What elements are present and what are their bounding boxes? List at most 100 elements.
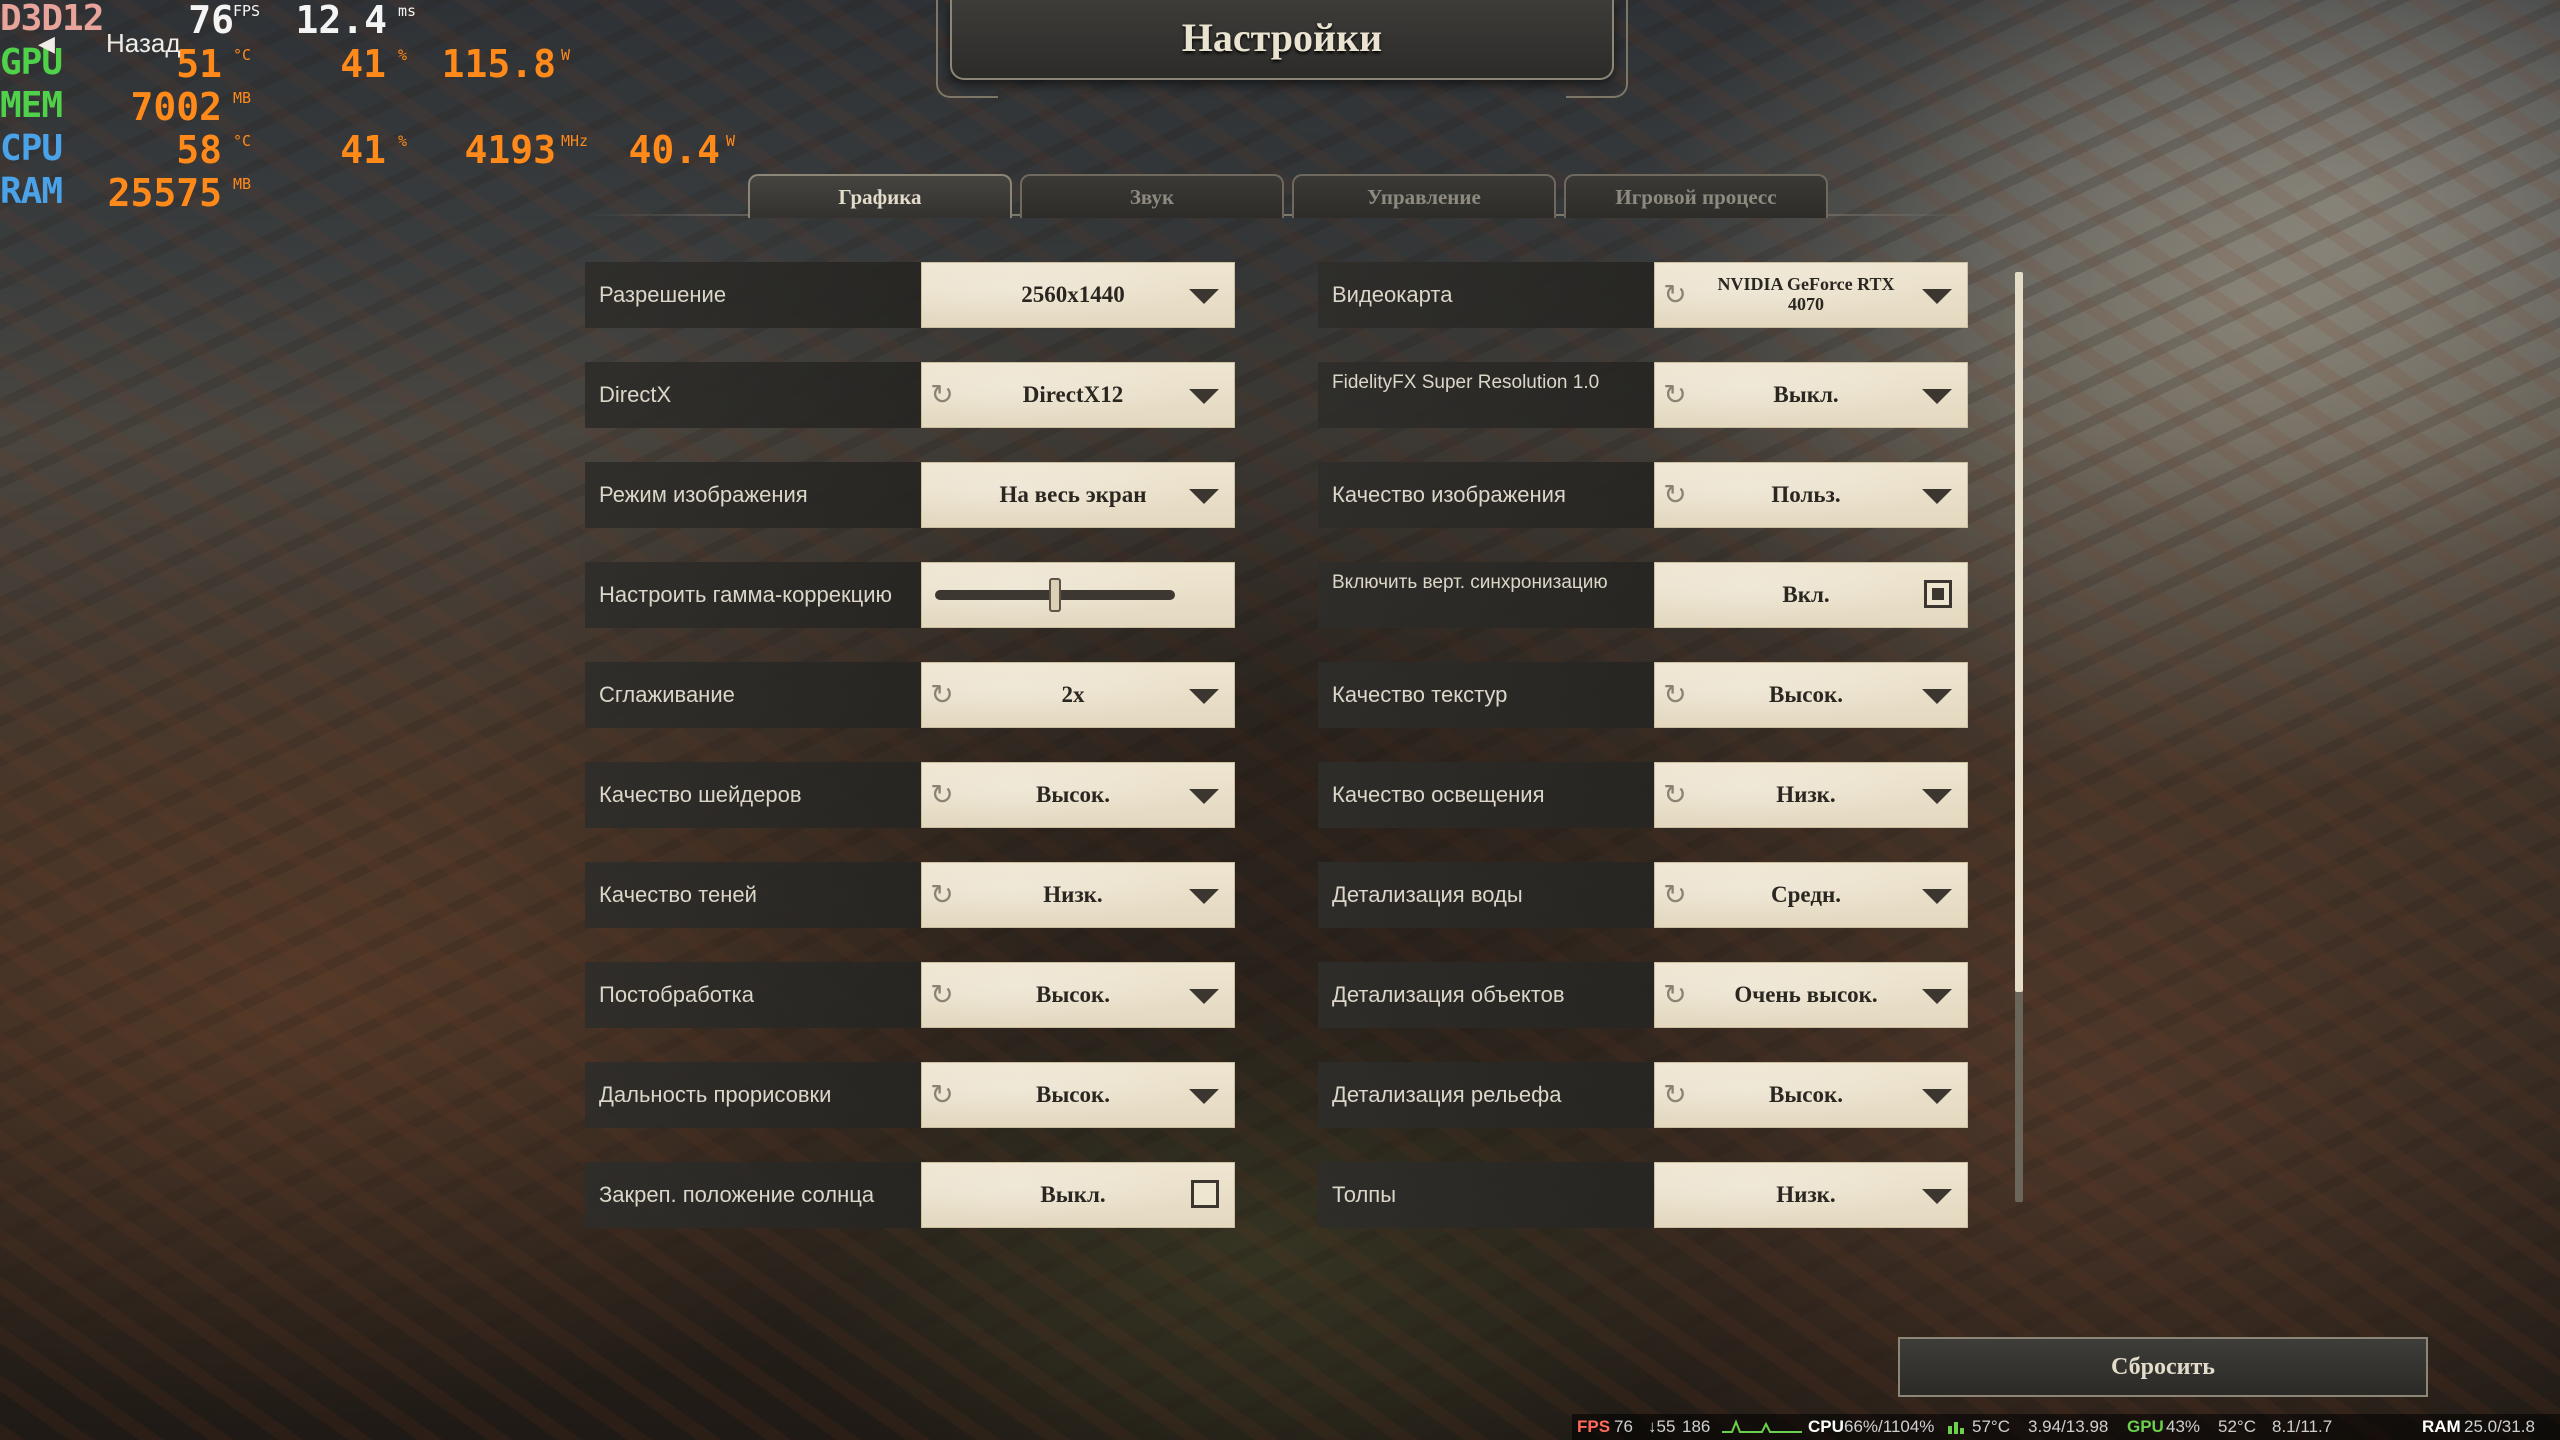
osd-value: 115.8 — [441, 42, 556, 86]
reset-default-icon[interactable]: ↻ — [927, 780, 957, 810]
setting-dropdown[interactable]: ↻ Выкл. — [1654, 362, 1968, 428]
osd-unit: MB — [233, 89, 252, 107]
setting-row: Детализация воды ↻ Средн. — [1318, 862, 1968, 930]
osd-value: 41 — [340, 42, 386, 86]
setting-row: Детализация рельефа ↻ Высок. — [1318, 1062, 1968, 1130]
setting-dropdown[interactable]: ↻ Низк. — [1654, 762, 1968, 828]
chevron-down-icon[interactable] — [1187, 486, 1221, 506]
setting-dropdown[interactable]: ↻ Польз. — [1654, 462, 1968, 528]
chevron-down-icon[interactable] — [1920, 386, 1954, 406]
dropdown-value: Высок. — [1035, 982, 1110, 1007]
chevron-down-icon[interactable] — [1920, 486, 1954, 506]
osd-unit: °C — [233, 132, 252, 150]
checkbox[interactable] — [1924, 580, 1952, 608]
chevron-down-icon[interactable] — [1187, 886, 1221, 906]
chevron-down-icon[interactable] — [1187, 286, 1221, 306]
setting-dropdown[interactable]: ↻ NVIDIA GeForce RTX 4070 — [1654, 262, 1968, 328]
setting-dropdown[interactable]: Низк. — [1654, 1162, 1968, 1228]
tab-gameplay[interactable]: Игровой процесс — [1564, 174, 1828, 218]
reset-button[interactable]: Сбросить — [1898, 1337, 2428, 1397]
setting-row: Дальность прорисовки ↻ Высок. — [585, 1062, 1235, 1130]
settings-scrollbar[interactable] — [2015, 272, 2023, 1202]
status-gpu-mem: 3.94/13.98 — [2028, 1417, 2109, 1436]
setting-dropdown[interactable]: ↻ Средн. — [1654, 862, 1968, 928]
reset-default-icon[interactable]: ↻ — [1660, 380, 1690, 410]
dropdown-value: На весь экран — [999, 482, 1147, 507]
reset-default-icon[interactable]: ↻ — [927, 880, 957, 910]
setting-row: Режим изображения На весь экран — [585, 462, 1235, 530]
reset-default-icon[interactable]: ↻ — [927, 980, 957, 1010]
chevron-down-icon[interactable] — [1920, 986, 1954, 1006]
reset-default-icon[interactable]: ↻ — [1660, 680, 1690, 710]
reset-default-icon[interactable]: ↻ — [1660, 980, 1690, 1010]
reset-default-icon[interactable]: ↻ — [1660, 880, 1690, 910]
setting-row: Постобработка ↻ Высок. — [585, 962, 1235, 1030]
setting-dropdown[interactable]: ↻ Высок. — [1654, 662, 1968, 728]
setting-toggle[interactable]: Выкл. — [921, 1162, 1235, 1228]
setting-dropdown[interactable]: На весь экран — [921, 462, 1235, 528]
reset-default-icon[interactable]: ↻ — [1660, 780, 1690, 810]
back-button[interactable]: Назад — [106, 28, 181, 59]
reset-default-icon[interactable]: ↻ — [927, 380, 957, 410]
reset-default-icon[interactable]: ↻ — [1660, 480, 1690, 510]
chevron-down-icon[interactable] — [1920, 286, 1954, 306]
setting-dropdown[interactable]: ↻ DirectX12 — [921, 362, 1235, 428]
status-ram-label: RAM — [2422, 1417, 2461, 1436]
status-fps-low: ↓55 — [1648, 1417, 1676, 1436]
osd-row-gpu: GPU 51 °C 41 % 115.8 W — [0, 42, 600, 86]
reset-default-icon[interactable]: ↻ — [1660, 1080, 1690, 1110]
status-cpu-value: 66%/1104% — [1844, 1417, 1935, 1436]
setting-dropdown[interactable]: ↻ Низк. — [921, 862, 1235, 928]
chevron-down-icon[interactable] — [1187, 786, 1221, 806]
setting-dropdown[interactable]: 2560x1440 — [921, 262, 1235, 328]
reset-default-icon[interactable]: ↻ — [1660, 280, 1690, 310]
setting-dropdown[interactable]: ↻ Высок. — [1654, 1062, 1968, 1128]
setting-toggle[interactable]: Вкл. — [1654, 562, 1968, 628]
tab-graphics[interactable]: Графика — [748, 174, 1012, 218]
osd-value: 40.4 — [628, 128, 720, 172]
cpu-graph-icon — [1948, 1422, 1964, 1434]
dropdown-value: Высок. — [1768, 682, 1843, 707]
tab-sound[interactable]: Звук — [1020, 174, 1284, 218]
gamma-slider[interactable] — [921, 562, 1235, 628]
setting-label: Качество шейдеров — [585, 762, 921, 828]
tab-controls[interactable]: Управление — [1292, 174, 1556, 218]
osd-key: MEM — [0, 85, 63, 126]
setting-dropdown[interactable]: ↻ Высок. — [921, 762, 1235, 828]
osd-unit: W — [726, 132, 736, 150]
chevron-down-icon[interactable] — [1920, 1086, 1954, 1106]
dropdown-value-line: NVIDIA GeForce RTX — [1717, 274, 1895, 294]
dropdown-value: 2x — [1061, 682, 1085, 707]
osd-value: 25575 — [107, 171, 222, 215]
game-background: D3D12 76 FPS 12.4 ms GPU 51 °C 41 % 115.… — [0, 0, 2560, 1440]
chevron-down-icon[interactable] — [1187, 686, 1221, 706]
chevron-down-icon[interactable] — [1187, 1086, 1221, 1106]
osd-row-mem: MEM 7002 MB — [0, 85, 300, 129]
osd-value: 58 — [176, 128, 222, 172]
reset-default-icon[interactable]: ↻ — [927, 1080, 957, 1110]
setting-label: FidelityFX Super Resolution 1.0 — [1318, 362, 1654, 428]
checkbox[interactable] — [1191, 1180, 1219, 1208]
setting-dropdown[interactable]: ↻ 2x — [921, 662, 1235, 728]
slider-thumb[interactable] — [1049, 578, 1061, 612]
setting-row: FidelityFX Super Resolution 1.0 ↻ Выкл. — [1318, 362, 1968, 430]
setting-label: Толпы — [1318, 1162, 1654, 1228]
setting-label: DirectX — [585, 362, 921, 428]
setting-dropdown[interactable]: ↻ Высок. — [921, 962, 1235, 1028]
scrollbar-thumb[interactable] — [2015, 272, 2023, 992]
dropdown-value-line: 4070 — [1788, 294, 1824, 314]
chevron-down-icon[interactable] — [1187, 986, 1221, 1006]
dropdown-value: Выкл. — [1773, 382, 1839, 407]
chevron-down-icon[interactable] — [1920, 1186, 1954, 1206]
setting-dropdown[interactable]: ↻ Очень высок. — [1654, 962, 1968, 1028]
osd-key: CPU — [0, 128, 63, 169]
status-ram-value: 25.0/31.8 — [2464, 1417, 2535, 1436]
status-fps-value: 76 — [1614, 1417, 1633, 1436]
chevron-down-icon[interactable] — [1920, 686, 1954, 706]
back-arrow-icon[interactable]: ◀ — [38, 32, 55, 57]
reset-default-icon[interactable]: ↻ — [927, 680, 957, 710]
chevron-down-icon[interactable] — [1920, 786, 1954, 806]
chevron-down-icon[interactable] — [1920, 886, 1954, 906]
setting-dropdown[interactable]: ↻ Высок. — [921, 1062, 1235, 1128]
chevron-down-icon[interactable] — [1187, 386, 1221, 406]
